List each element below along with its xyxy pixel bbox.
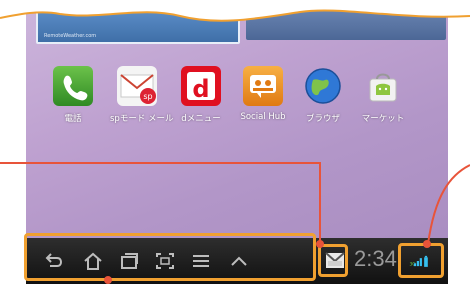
callout-dot-notification bbox=[316, 240, 324, 248]
callout-lines bbox=[0, 162, 470, 246]
callout-dot-navbar bbox=[104, 276, 112, 284]
callout-dot-status bbox=[423, 240, 431, 248]
